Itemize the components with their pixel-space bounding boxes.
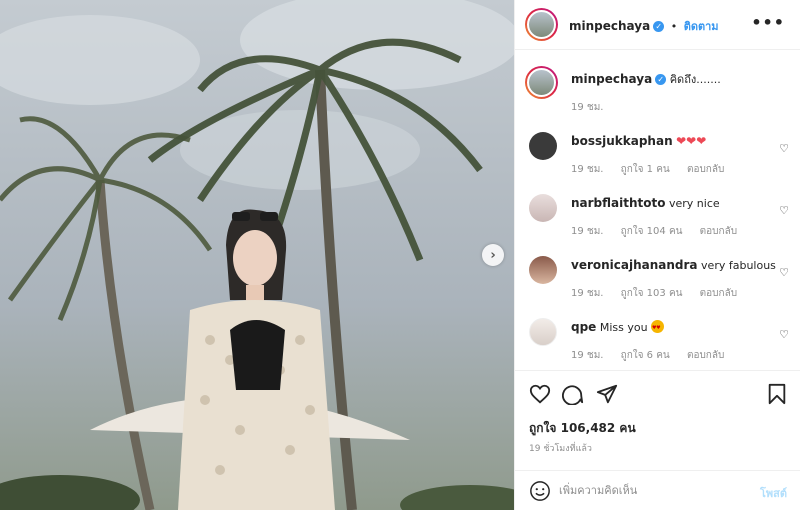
list-item: veronicajhanandra very fabulous 19 ชม. ถ… <box>529 256 789 306</box>
action-bar: ถูกใจ 106,482 คน 19 ชั่วโมงที่แล้ว <box>515 370 800 470</box>
list-item: narbflaithtoto very nice 19 ชม. ถูกใจ 10… <box>529 194 789 244</box>
post-photo[interactable]: › <box>0 0 514 510</box>
post-button[interactable]: โพสต์ <box>760 484 787 502</box>
verified-icon: ✓ <box>655 74 667 85</box>
comment-input[interactable] <box>559 479 749 501</box>
avatar[interactable] <box>525 8 558 41</box>
list-item: bossjukkaphan ❤❤❤ 19 ชม. ถูกใจ 1 คน ตอบก… <box>529 132 789 182</box>
comment-text: very fabulous <box>701 259 776 272</box>
comment-time[interactable]: 19 ชม. <box>571 226 603 237</box>
comment-likes[interactable]: ถูกใจ 103 คน <box>621 288 683 299</box>
smile-icon[interactable] <box>529 480 551 502</box>
heart-icon[interactable]: ♡ <box>779 142 789 155</box>
heart-icon[interactable] <box>529 383 551 405</box>
caption-avatar[interactable] <box>525 66 558 99</box>
list-item: qpe Miss you 19 ชม. ถูกใจ 6 คน ตอบกลับ ♡ <box>529 318 789 368</box>
comment-avatar[interactable] <box>529 132 557 160</box>
comment-avatar[interactable] <box>529 256 557 284</box>
comment-username[interactable]: veronicajhanandra <box>571 258 698 272</box>
comment-likes[interactable]: ถูกใจ 1 คน <box>621 164 670 175</box>
comment-time[interactable]: 19 ชม. <box>571 288 603 299</box>
more-icon[interactable]: ••• <box>751 13 785 32</box>
heart-eyes-emoji <box>651 320 665 335</box>
comment-username[interactable]: bossjukkaphan <box>571 134 673 148</box>
photo-illustration <box>0 0 514 510</box>
comment-likes[interactable]: ถูกใจ 6 คน <box>621 350 670 361</box>
reply-button[interactable]: ตอบกลับ <box>687 350 724 361</box>
bookmark-icon[interactable] <box>767 383 787 405</box>
heart-icon[interactable]: ♡ <box>779 204 789 217</box>
reply-button[interactable]: ตอบกลับ <box>700 226 737 237</box>
post-username[interactable]: minpechaya <box>569 19 650 33</box>
likes-count[interactable]: ถูกใจ 106,482 คน <box>529 419 636 438</box>
comment-icon[interactable] <box>562 383 584 405</box>
caption-text: คิดถึง....... <box>669 73 721 86</box>
verified-icon: ✓ <box>653 21 665 32</box>
post-panel: minpechaya ✓ • ติดตาม ••• minpechaya ✓ คิด… <box>514 0 800 510</box>
comment-username[interactable]: narbflaithtoto <box>571 196 666 210</box>
caption: minpechaya ✓ คิดถึง....... 19 ชม. <box>525 66 789 116</box>
comment-text: Miss you <box>599 321 648 334</box>
post-time[interactable]: 19 ชั่วโมงที่แล้ว <box>529 441 592 455</box>
comment-avatar[interactable] <box>529 318 557 346</box>
heart-icon[interactable]: ♡ <box>779 266 789 279</box>
comment-text: very nice <box>669 197 720 210</box>
caption-username[interactable]: minpechaya <box>571 72 652 86</box>
comment-likes[interactable]: ถูกใจ 104 คน <box>621 226 683 237</box>
next-arrow-icon[interactable]: › <box>482 244 504 266</box>
comments-list: minpechaya ✓ คิดถึง....... 19 ชม. bossjuk… <box>515 50 800 370</box>
caption-time[interactable]: 19 ชม. <box>571 102 603 113</box>
reply-button[interactable]: ตอบกลับ <box>687 164 724 175</box>
post-header: minpechaya ✓ • ติดตาม ••• <box>515 0 800 50</box>
comment-time[interactable]: 19 ชม. <box>571 350 603 361</box>
comment-avatar[interactable] <box>529 194 557 222</box>
comment-username[interactable]: qpe <box>571 320 596 334</box>
follow-button[interactable]: ติดตาม <box>684 20 719 33</box>
heart-icon[interactable]: ♡ <box>779 328 789 341</box>
reply-button[interactable]: ตอบกลับ <box>700 288 737 299</box>
heart-emoji: ❤❤❤ <box>676 134 707 148</box>
share-icon[interactable] <box>596 383 618 405</box>
comment-composer: โพสต์ <box>515 470 800 510</box>
comment-time[interactable]: 19 ชม. <box>571 164 603 175</box>
